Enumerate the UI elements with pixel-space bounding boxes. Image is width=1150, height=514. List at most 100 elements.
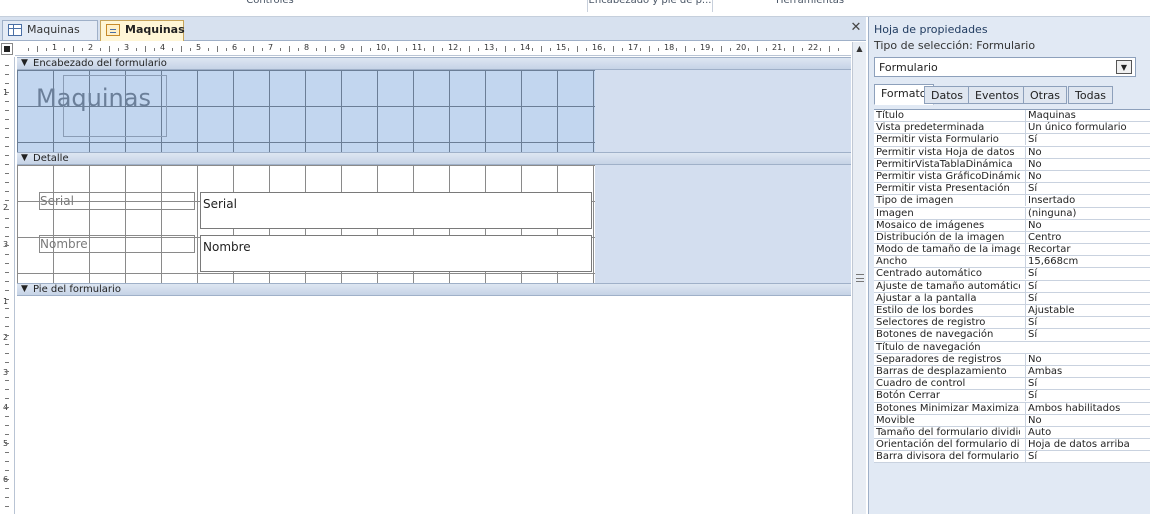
property-value[interactable]: Insertado — [1025, 195, 1150, 207]
section-bar-footer[interactable]: ▼ Pie del formulario — [17, 283, 851, 296]
property-value[interactable]: Recortar — [1025, 244, 1150, 256]
property-row[interactable]: Tamaño del formulario dividido Auto — [874, 426, 1150, 440]
property-value[interactable]: No — [1025, 170, 1150, 182]
section-bar-detail[interactable]: ▼ Detalle — [17, 152, 851, 165]
property-value[interactable]: Ajustable — [1025, 305, 1150, 316]
property-row[interactable]: Botones Minimizar Maximizar Ambos habilit… — [874, 402, 1150, 415]
property-row[interactable]: Ajustar a la pantalla Sí — [874, 292, 1150, 305]
property-value[interactable]: Hoja de datos arriba — [1025, 439, 1150, 451]
property-value[interactable]: Sí — [1025, 329, 1150, 341]
property-row[interactable]: Permitir vista Presentación Sí — [874, 183, 1150, 196]
property-row[interactable]: PermitirVistaTablaDinámica No — [874, 158, 1150, 171]
property-row[interactable]: Movible No — [874, 414, 1150, 427]
property-row[interactable]: Ajuste de tamaño automático Sí — [874, 280, 1150, 293]
ruler-tick — [5, 425, 9, 426]
serial-textbox[interactable]: Serial — [200, 192, 592, 229]
property-row[interactable]: Barra divisora del formulario Sí — [874, 451, 1150, 464]
property-value[interactable]: Sí — [1025, 451, 1150, 463]
tab-otras[interactable]: Otras — [1023, 86, 1067, 104]
ruler-tick — [748, 48, 749, 51]
property-row[interactable]: Centrado automático Sí — [874, 268, 1150, 281]
table-icon — [8, 24, 22, 36]
vertical-scrollbar[interactable]: ▲ — [852, 42, 866, 514]
property-value[interactable]: (ninguna) — [1025, 207, 1150, 219]
property-value[interactable]: Centro — [1025, 231, 1150, 243]
property-value[interactable]: Ambas — [1025, 365, 1150, 377]
section-bar-header[interactable]: ▼ Encabezado del formulario — [17, 57, 851, 70]
ruler-tick — [514, 48, 515, 51]
property-value[interactable]: Sí — [1025, 390, 1150, 402]
property-name: Cuadro de control — [876, 378, 966, 390]
ruler-tick — [5, 344, 9, 345]
form-selector[interactable] — [1, 43, 13, 55]
property-value[interactable]: No — [1025, 146, 1150, 158]
form-detail-area[interactable]: Serial Serial Nombre Nombre — [17, 165, 595, 283]
property-value[interactable]: Sí — [1025, 292, 1150, 304]
property-row[interactable]: Permitir vista GráficoDinámico No — [874, 170, 1150, 184]
property-value[interactable]: No — [1025, 353, 1150, 365]
property-value[interactable]: 15,668cm — [1025, 256, 1150, 268]
ruler-number: 10 — [376, 43, 387, 52]
ruler-tick — [5, 245, 9, 246]
property-row[interactable]: Selectores de registro Sí — [874, 317, 1150, 330]
property-row[interactable]: Título de navegación — [874, 342, 1150, 354]
tab-maquinas-form[interactable]: Maquinas — [100, 20, 185, 41]
tab-datos[interactable]: Datos — [924, 86, 970, 104]
serial-label[interactable]: Serial — [40, 194, 74, 208]
property-name: Centrado automático — [876, 268, 982, 280]
property-row[interactable]: Cuadro de control Sí — [874, 378, 1150, 391]
property-row[interactable]: Botón Cerrar Sí — [874, 390, 1150, 403]
property-row[interactable]: Botones de navegación Sí — [874, 329, 1150, 342]
property-row[interactable]: Título Maquinas — [874, 110, 1150, 123]
property-value[interactable]: Sí — [1025, 317, 1150, 329]
property-row[interactable]: Estilo de los bordes Ajustable — [874, 305, 1150, 318]
property-row[interactable]: Vista predeterminada Un único formulario — [874, 122, 1150, 135]
tab-todas[interactable]: Todas — [1068, 86, 1114, 104]
property-row[interactable]: Modo de tamaño de la imagen Recortar — [874, 244, 1150, 257]
property-row[interactable]: Distribución de la imagen Centro — [874, 231, 1150, 245]
property-value[interactable]: Ambos habilitados — [1025, 402, 1150, 414]
scroll-up-arrow-icon[interactable]: ▲ — [855, 44, 864, 53]
ruler-tick — [5, 371, 9, 372]
property-name: Ajustar a la pantalla — [876, 292, 977, 304]
splitter-grip-icon[interactable] — [856, 274, 864, 282]
property-row[interactable]: Tipo de imagen Insertado — [874, 195, 1150, 208]
form-title-label[interactable]: Maquinas — [36, 84, 151, 112]
property-row[interactable]: Permitir vista Hoja de datos No — [874, 146, 1150, 159]
property-row[interactable]: Separadores de registros No — [874, 353, 1150, 366]
property-value[interactable]: Auto — [1025, 426, 1150, 438]
property-row[interactable]: Imagen (ninguna) — [874, 207, 1150, 220]
nombre-textbox[interactable]: Nombre — [200, 235, 592, 272]
property-value[interactable]: Sí — [1025, 268, 1150, 280]
ruler-number: 1 — [52, 43, 58, 52]
property-value[interactable]: Sí — [1025, 280, 1150, 292]
selection-dropdown[interactable]: Formulario ▼ — [874, 57, 1136, 77]
property-name: Vista predeterminada — [876, 122, 985, 134]
ruler-tick — [136, 48, 137, 51]
tab-eventos[interactable]: Eventos — [968, 86, 1026, 104]
nombre-label[interactable]: Nombre — [40, 237, 88, 251]
property-value[interactable]: No — [1025, 158, 1150, 170]
close-icon[interactable]: ✕ — [849, 20, 863, 35]
property-value[interactable]: Sí — [1025, 183, 1150, 195]
form-footer-area[interactable] — [17, 296, 851, 514]
property-row[interactable]: Ancho 15,668cm — [874, 256, 1150, 269]
property-row[interactable]: Orientación del formulario dividido Hoja … — [874, 439, 1150, 452]
ruler-number: 11 — [412, 43, 423, 52]
property-value[interactable]: Maquinas — [1025, 110, 1150, 121]
ruler-tick — [5, 128, 9, 129]
property-row[interactable]: Barras de desplazamiento Ambas — [874, 365, 1150, 379]
form-header-area[interactable]: Maquinas — [17, 70, 595, 152]
property-value[interactable]: No — [1025, 219, 1150, 231]
property-row[interactable]: Permitir vista Formulario Sí — [874, 134, 1150, 147]
ruler-tick — [712, 48, 713, 51]
ruler-tick — [5, 101, 9, 102]
property-row[interactable]: Mosaico de imágenes No — [874, 219, 1150, 232]
property-value[interactable]: Sí — [1025, 378, 1150, 390]
property-value[interactable]: Sí — [1025, 134, 1150, 146]
tab-maquinas-table[interactable]: Maquinas — [2, 20, 98, 40]
chevron-down-icon[interactable]: ▼ — [1116, 60, 1132, 74]
ruler-tick — [838, 48, 839, 51]
property-value[interactable]: Un único formulario — [1025, 122, 1150, 134]
property-value[interactable]: No — [1025, 414, 1150, 426]
